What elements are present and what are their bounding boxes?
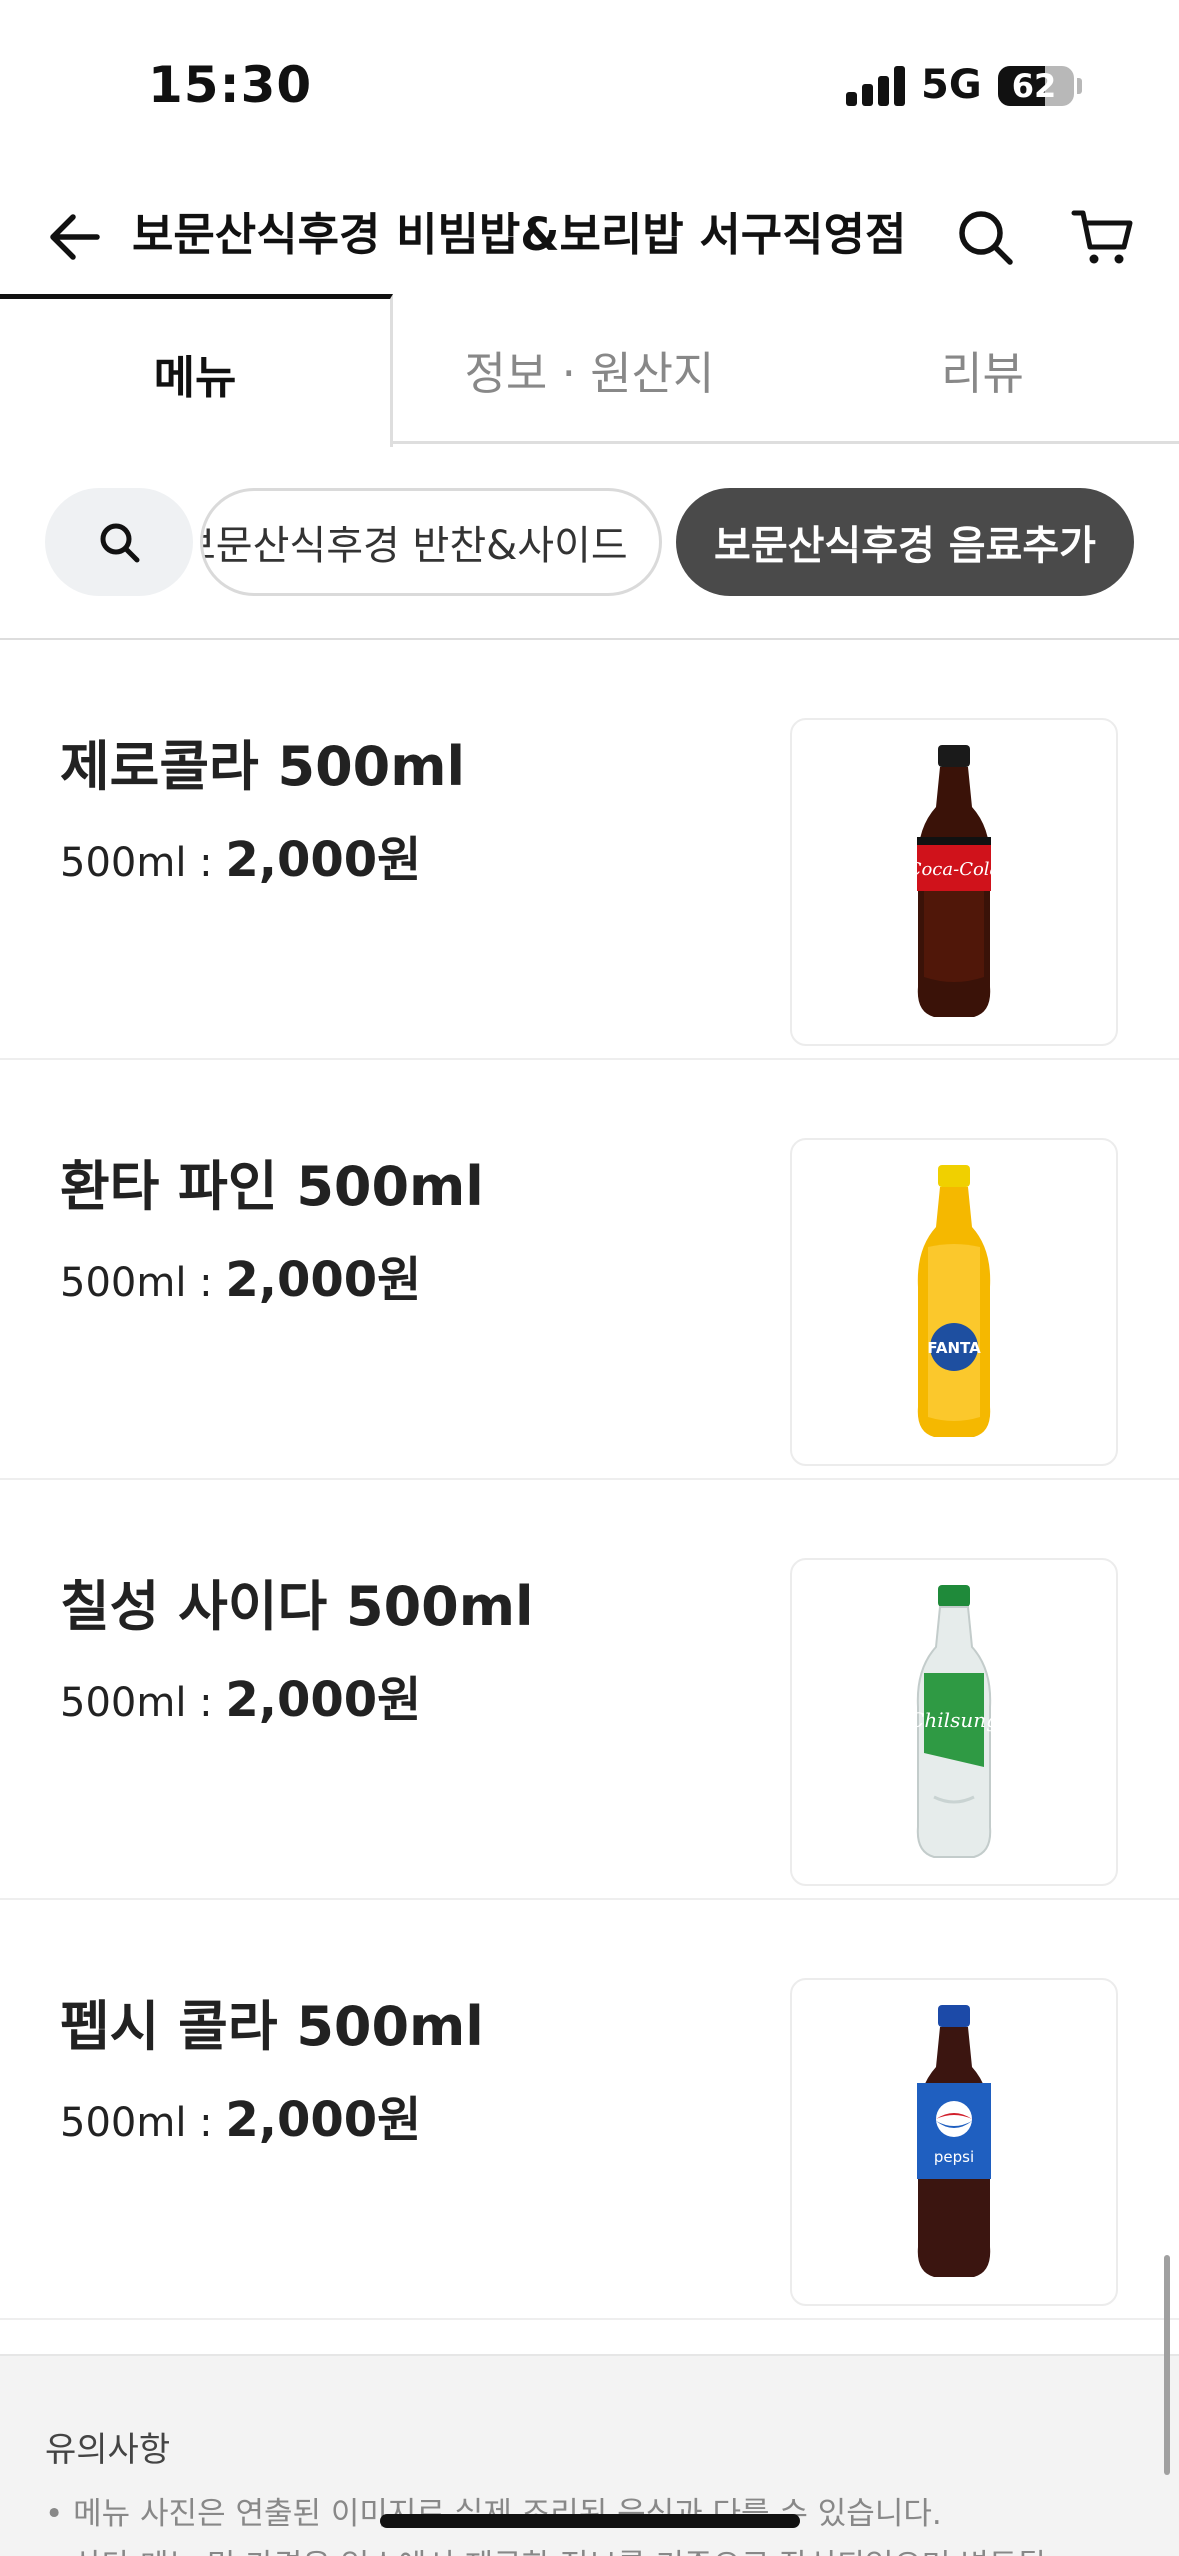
category-chip-sides[interactable]: 보문산식후경 반찬&사이드 bbox=[200, 488, 662, 596]
menu-item[interactable]: 칠성 사이다 500ml 500ml : 2,000원 Chilsung bbox=[0, 1480, 1179, 1900]
arrow-left-icon bbox=[50, 214, 100, 260]
menu-item-price: 500ml : 2,000원 bbox=[60, 1240, 421, 1310]
tab-bar: 메뉴 정보 · 원산지 리뷰 bbox=[0, 294, 1179, 447]
coca-cola-zero-bottle-icon: Coca-Cola bbox=[908, 745, 1001, 1017]
svg-text:Coca-Cola: Coca-Cola bbox=[908, 859, 1001, 880]
tab-menu[interactable]: 메뉴 bbox=[0, 294, 393, 447]
search-icon bbox=[959, 211, 1013, 265]
menu-search-button[interactable] bbox=[45, 488, 193, 596]
pepsi-bottle-icon: pepsi bbox=[917, 2005, 991, 2277]
svg-text:pepsi: pepsi bbox=[934, 2148, 974, 2166]
menu-item-image[interactable]: Chilsung bbox=[790, 1558, 1118, 1886]
menu-item-amount: 2,000원 bbox=[225, 832, 422, 888]
battery-tip bbox=[1077, 78, 1082, 94]
battery-level: 62 bbox=[1011, 67, 1057, 105]
signal-icon bbox=[846, 66, 906, 106]
scroll-indicator[interactable] bbox=[1164, 2255, 1170, 2475]
menu-item[interactable]: 제로콜라 500ml 500ml : 2,000원 Coca-Cola bbox=[0, 640, 1179, 1060]
category-chip-drinks[interactable]: 보문산식후경 음료추가 bbox=[676, 488, 1134, 596]
status-bar: 15:30 5G 62 bbox=[0, 0, 1179, 170]
menu-item-size: 500ml : bbox=[60, 840, 226, 886]
menu-item-size: 500ml : bbox=[60, 1680, 226, 1726]
menu-item-size: 500ml : bbox=[60, 2100, 226, 2146]
notice-line: • 상단 메뉴 및 가격은 업소에서 제공한 정보를 기준으로 작성되었으며 변… bbox=[45, 2540, 1046, 2556]
category-chip-label: 보문산식후경 반찬&사이드 bbox=[200, 523, 628, 569]
chilsung-cider-bottle-icon: Chilsung bbox=[909, 1585, 999, 1858]
svg-text:FANTA: FANTA bbox=[927, 1339, 981, 1357]
menu-item-price: 500ml : 2,000원 bbox=[60, 2080, 421, 2150]
home-indicator[interactable] bbox=[380, 2514, 800, 2528]
back-button[interactable] bbox=[40, 202, 110, 272]
menu-item-price: 500ml : 2,000원 bbox=[60, 1660, 421, 1730]
notice-title: 유의사항 bbox=[45, 2430, 171, 2470]
category-chip-row: 보문산식후경 반찬&사이드 보문산식후경 음료추가 bbox=[0, 444, 1179, 640]
battery-icon: 62 bbox=[998, 66, 1074, 106]
tab-reviews[interactable]: 리뷰 bbox=[786, 294, 1179, 444]
menu-item-amount: 2,000원 bbox=[225, 2092, 422, 2148]
menu-item-amount: 2,000원 bbox=[225, 1252, 422, 1308]
svg-text:Chilsung: Chilsung bbox=[909, 1708, 999, 1732]
search-button[interactable] bbox=[950, 202, 1020, 272]
menu-item[interactable]: 펩시 콜라 500ml 500ml : 2,000원 pepsi bbox=[0, 1900, 1179, 2320]
menu-item-amount: 2,000원 bbox=[225, 1672, 422, 1728]
tab-info-origin[interactable]: 정보 · 원산지 bbox=[393, 294, 786, 444]
menu-item-size: 500ml : bbox=[60, 1260, 226, 1306]
menu-item-name: 환타 파인 500ml bbox=[60, 1155, 484, 1218]
menu-item-name: 제로콜라 500ml bbox=[60, 735, 466, 798]
menu-item-name: 펩시 콜라 500ml bbox=[60, 1995, 484, 2058]
menu-list: 제로콜라 500ml 500ml : 2,000원 Coca-Cola 환타 파… bbox=[0, 640, 1179, 2320]
cart-button[interactable] bbox=[1068, 202, 1138, 272]
menu-item-image[interactable]: Coca-Cola bbox=[790, 718, 1118, 1046]
menu-item[interactable]: 환타 파인 500ml 500ml : 2,000원 FANTA bbox=[0, 1060, 1179, 1480]
menu-item-name: 칠성 사이다 500ml bbox=[60, 1575, 534, 1638]
fanta-pineapple-bottle-icon: FANTA bbox=[917, 1165, 991, 1437]
search-icon bbox=[100, 523, 140, 563]
network-label: 5G bbox=[921, 62, 982, 108]
app-header: 보문산식후경 비빔밥&보리밥 서구직영점 bbox=[0, 180, 1179, 290]
store-title: 보문산식후경 비빔밥&보리밥 서구직영점 bbox=[132, 208, 907, 261]
cart-icon bbox=[1071, 210, 1133, 264]
menu-item-image[interactable]: FANTA bbox=[790, 1138, 1118, 1466]
menu-item-price: 500ml : 2,000원 bbox=[60, 820, 421, 890]
status-time: 15:30 bbox=[148, 56, 313, 114]
menu-item-image[interactable]: pepsi bbox=[790, 1978, 1118, 2306]
